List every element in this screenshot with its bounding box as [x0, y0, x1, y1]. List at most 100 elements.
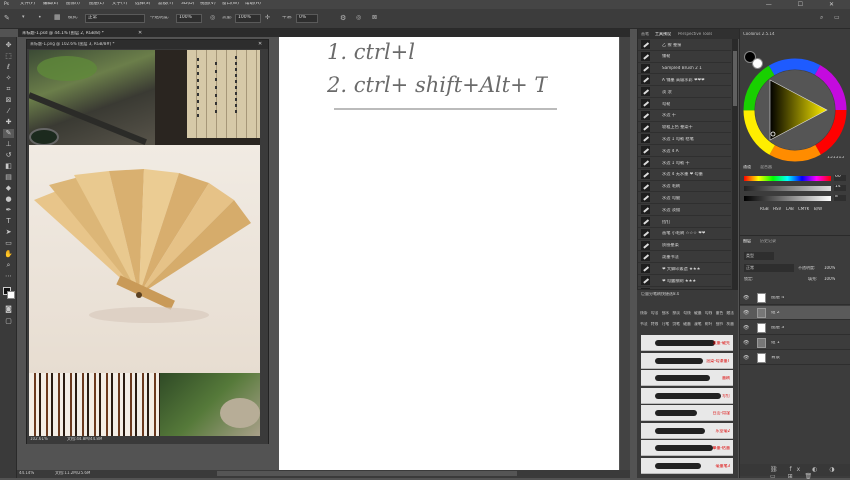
menu-edit[interactable]: 编辑(E)	[43, 2, 58, 7]
blur-tool-icon[interactable]: ◆	[3, 184, 14, 193]
brush-preset-item[interactable]: 画笔 小毛刷 ☆☆☆ ❤❤	[638, 228, 731, 240]
brush-preset-item[interactable]: 水边 毛刷	[638, 181, 731, 193]
preset-category-tab[interactable]: 细节	[716, 322, 724, 326]
layer-opacity-value[interactable]: 100%	[824, 266, 835, 270]
stamp-tool-icon[interactable]: ⊥	[3, 140, 14, 149]
preset-category-tab[interactable]: 破墨	[694, 311, 702, 315]
brush-preset-item[interactable]: 水边 1 勾勒 枯笔	[638, 133, 731, 146]
pressure-size-icon[interactable]: ◎	[356, 15, 361, 21]
brush-list-scroll-thumb[interactable]	[733, 51, 737, 106]
visibility-eye-icon[interactable]: 👁	[743, 355, 749, 361]
preset-category-tab[interactable]: 勾线	[683, 311, 691, 315]
hand-tool-icon[interactable]: ✋	[3, 250, 14, 259]
type-tool-icon[interactable]: T	[3, 217, 14, 226]
saturation-slider[interactable]	[744, 186, 831, 191]
floating-window-titlebar[interactable]: 未标题-1.png @ 102.6% (图层 3, RGB/8#) * ✕	[27, 40, 268, 49]
brightness-value[interactable]: 8	[834, 195, 846, 201]
preset-category-tab[interactable]: 乃笔	[662, 322, 670, 326]
mode-select[interactable]: 正常	[85, 14, 145, 23]
window-controls[interactable]: — ☐ ✕	[766, 1, 846, 8]
pen-tool-icon[interactable]: ✒	[3, 206, 14, 215]
brush-preset-item[interactable]: 淡 浓	[638, 86, 731, 98]
brush-preset-item[interactable]: 较粗上色 晕染干	[638, 122, 731, 134]
brush-preset-item[interactable]: 水边 勾腿	[638, 192, 731, 205]
preset-category-tab[interactable]: 勾法	[651, 311, 659, 315]
preset-category-tab[interactable]: 灰墨	[726, 322, 734, 326]
menu-type[interactable]: 文字(Y)	[112, 2, 127, 7]
brush-size-picker-icon[interactable]: ▾	[22, 15, 25, 20]
visibility-eye-icon[interactable]: 👁	[743, 295, 749, 301]
menu-layer[interactable]: 图层(L)	[89, 2, 104, 7]
preset-category-tab[interactable]: 剑笔	[672, 322, 680, 326]
visibility-eye-icon[interactable]: 👁	[743, 340, 749, 346]
quick-mask-icon[interactable]: ◙	[3, 305, 14, 314]
brush-preset-item[interactable]: 水边 1 勾勒 干	[638, 157, 731, 169]
brush-stroke-preset[interactable]: 墨刷	[641, 370, 733, 386]
brush-tool-preset-icon[interactable]: ✎	[4, 15, 10, 22]
preset-category-tab[interactable]: 皴法	[726, 311, 734, 315]
canvas-scrollbar[interactable]	[620, 37, 630, 470]
brush-stroke-preset[interactable]: 豆山-用湿	[641, 405, 733, 421]
visibility-eye-icon[interactable]: 👁	[743, 325, 749, 331]
tab-history[interactable]: 历史记录	[760, 239, 776, 243]
preset-category-tab[interactable]: 线条	[640, 311, 648, 315]
brush-preset-item[interactable]: 泼墨书法	[638, 251, 731, 264]
eyedropper-tool-icon[interactable]: ⁄	[3, 107, 14, 116]
preset-category-tab[interactable]: 特效	[651, 322, 659, 326]
mode-cmyk[interactable]: CMYK	[798, 207, 809, 211]
layer-blend-mode[interactable]: 正常	[744, 264, 794, 272]
fill-value[interactable]: 100%	[824, 277, 835, 281]
menu-help[interactable]: 帮助(H)	[245, 2, 261, 7]
tab-perspective-tools[interactable]: Perspective Tools	[678, 32, 712, 36]
color-hex-value[interactable]: 151515	[827, 156, 844, 161]
brush-preset-item[interactable]: 挡钉	[638, 216, 731, 228]
document-tab[interactable]: 未标题-1.psd @ 44.1% (图层 2, RGB/8) *	[22, 31, 104, 35]
path-select-tool-icon[interactable]: ➤	[3, 228, 14, 237]
menu-view[interactable]: 视图(V)	[200, 2, 216, 7]
hue-value[interactable]: 60	[834, 175, 846, 181]
eraser-tool-icon[interactable]: ◧	[3, 162, 14, 171]
gradient-tool-icon[interactable]: ▤	[3, 173, 14, 182]
mode-bw[interactable]: B/W	[814, 207, 822, 211]
screen-mode-icon[interactable]: ▢	[3, 317, 14, 326]
brush-preset-item[interactable]: 水边 淡描	[638, 204, 731, 216]
brush-preview-icon[interactable]: •	[38, 15, 42, 21]
brush-preset-item[interactable]: 水边 干	[638, 110, 731, 122]
layer-row[interactable]: 👁 图层 4	[740, 291, 850, 305]
close-tab-icon[interactable]: ✕	[138, 30, 142, 36]
smoothing-field[interactable]: 0%	[296, 14, 318, 23]
brush-preset-item[interactable]: 水边 4 A	[638, 145, 731, 157]
edit-toolbar-icon[interactable]: ⋯	[3, 272, 14, 281]
brush-preset-item[interactable]: A 铺墨 高级水彩 ❤❤❤	[638, 74, 731, 87]
tab-tool-presets[interactable]: 工具预设	[655, 32, 671, 36]
marquee-tool-icon[interactable]: ⬚	[3, 52, 14, 61]
mode-rgb[interactable]: RGB	[760, 207, 769, 211]
visibility-eye-icon[interactable]: 👁	[743, 310, 749, 316]
preset-category-tab[interactable]: 书法	[640, 322, 648, 326]
menu-image[interactable]: 图像(I)	[66, 2, 80, 7]
ps-logo[interactable]: Ps	[4, 2, 9, 7]
smoothing-settings-icon[interactable]: ⚙	[340, 15, 346, 22]
preset-category-tab[interactable]: 树叶	[705, 322, 713, 326]
zoom-tool-icon[interactable]: ⌕	[3, 261, 14, 270]
pressure-opacity-icon[interactable]: ◎	[210, 15, 215, 21]
tab-mixer[interactable]: 混合器	[760, 165, 772, 169]
brush-preset-item[interactable]: Sampled Brush 2 1	[638, 63, 731, 75]
brush-preset-item[interactable]: 质感晕染	[638, 240, 731, 252]
brush-panel-toggle-icon[interactable]: ▦	[54, 14, 61, 21]
preset-category-tab[interactable]: 擦淡	[672, 311, 680, 315]
menu-select[interactable]: 选择(S)	[135, 2, 150, 7]
brush-preset-item[interactable]: 勾勒	[638, 98, 731, 110]
brush-preset-item[interactable]: 铺勒	[638, 51, 731, 63]
floating-document-window[interactable]: 未标题-1.png @ 102.6% (图层 3, RGB/8#) * ✕ 10…	[26, 39, 269, 444]
brush-preset-item[interactable]: ❤ 勾露擦刷 ★★★	[638, 275, 731, 287]
shape-tool-icon[interactable]: ▭	[3, 239, 14, 248]
history-brush-tool-icon[interactable]: ↺	[3, 151, 14, 160]
brush-tool-icon[interactable]: ✎	[3, 129, 14, 138]
brush-stroke-preset[interactable]: 渲染-勾漆墨T	[641, 352, 733, 369]
preset-category-tab[interactable]: 漫笔	[694, 322, 702, 326]
brush-stroke-preset[interactable]: 泼墨-破先	[641, 335, 733, 351]
workspace-icon[interactable]: ▭	[834, 15, 840, 21]
lasso-tool-icon[interactable]: ℓ	[3, 63, 14, 72]
preset-category-tab[interactable]: 破墨	[683, 322, 691, 326]
